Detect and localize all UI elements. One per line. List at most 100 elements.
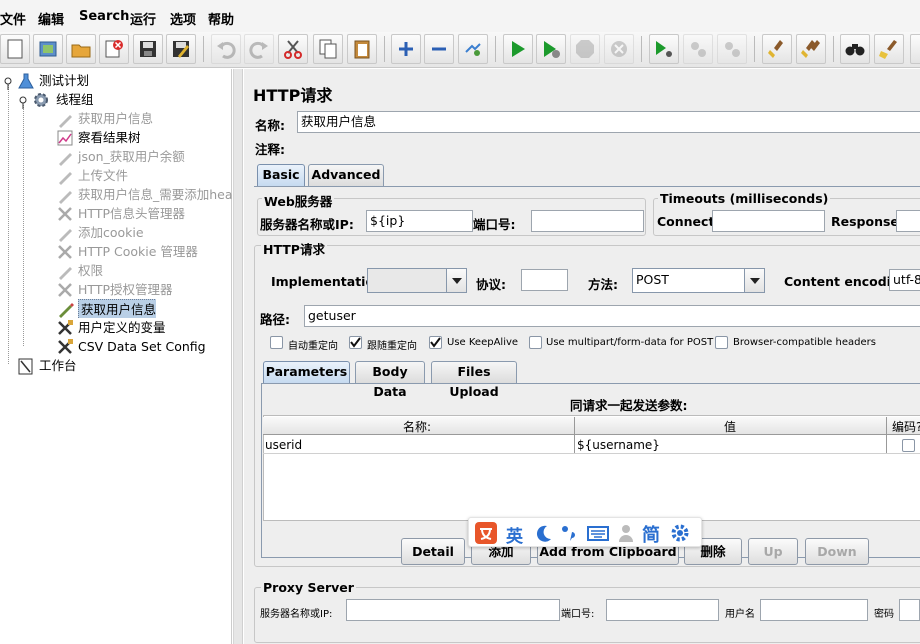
server-field[interactable]: ${ip}	[366, 210, 473, 232]
tree-node-add-cookie[interactable]: 添加cookie	[56, 223, 232, 242]
close-button[interactable]	[99, 34, 129, 64]
down-button[interactable]: Down	[805, 538, 869, 565]
tree-node-auth[interactable]: 权限	[56, 261, 232, 280]
open-button[interactable]	[66, 34, 96, 64]
start-no-pauses-button[interactable]	[536, 34, 566, 64]
response-label: Response:	[831, 214, 904, 229]
templates-button[interactable]	[33, 34, 63, 64]
cut-button[interactable]	[278, 34, 308, 64]
tree-node-upload-file[interactable]: 上传文件	[56, 166, 232, 185]
tree-node-cookie-manager[interactable]: HTTP Cookie 管理器	[56, 242, 232, 261]
proxy-port-field[interactable]	[606, 599, 719, 621]
reset-search-button[interactable]	[874, 34, 904, 64]
expand-all-button[interactable]	[391, 34, 421, 64]
response-field[interactable]	[896, 210, 920, 232]
collapse-handle-icon[interactable]	[17, 91, 29, 109]
tree-node-user-defined-variables[interactable]: 用户定义的变量	[56, 318, 232, 337]
tree-node-csv-data-set[interactable]: CSV Data Set Config	[56, 337, 232, 356]
encoding-field[interactable]: utf-8	[889, 269, 920, 291]
toolbar-separator	[495, 36, 496, 62]
new-button[interactable]	[0, 34, 30, 64]
redo-button[interactable]	[244, 34, 274, 64]
split-pane-divider[interactable]	[233, 69, 243, 644]
collapse-handle-icon[interactable]	[2, 72, 14, 90]
auto-redirect-checkbox[interactable]	[270, 336, 283, 349]
menu-help[interactable]: 帮助	[208, 9, 234, 28]
menu-search[interactable]: Search	[79, 9, 129, 24]
column-encode-header[interactable]: 编码?	[892, 419, 920, 435]
tree-node-header-manager[interactable]: HTTP信息头管理器	[56, 204, 232, 223]
tree-node-auth-manager[interactable]: HTTP授权管理器	[56, 280, 232, 299]
param-value-cell[interactable]: ${username}	[577, 437, 660, 453]
port-field[interactable]	[531, 210, 644, 232]
clear-all-button[interactable]	[796, 34, 826, 64]
implementation-select[interactable]	[367, 268, 467, 293]
tab-parameters[interactable]: Parameters	[263, 361, 350, 383]
browser-headers-checkbox[interactable]	[715, 336, 728, 349]
settings-gear-icon[interactable]	[670, 523, 690, 546]
menu-file[interactable]: 文件	[0, 9, 26, 28]
menu-options[interactable]: 选项	[170, 9, 196, 28]
param-name-cell[interactable]: userid	[265, 437, 302, 453]
undo-button[interactable]	[211, 34, 241, 64]
detail-button[interactable]: Detail	[401, 538, 465, 565]
tree-node-view-results-tree[interactable]: 察看结果树	[56, 128, 232, 147]
tree-node-thread-group[interactable]: 线程组	[17, 90, 217, 109]
keyboard-icon[interactable]	[587, 525, 609, 544]
clear-button[interactable]	[762, 34, 792, 64]
tree-node-label: 察看结果树	[78, 130, 141, 145]
start-button[interactable]	[503, 34, 533, 64]
user-icon[interactable]	[617, 523, 635, 546]
copy-button[interactable]	[313, 34, 343, 64]
protocol-field[interactable]	[521, 269, 568, 291]
proxy-server-field[interactable]	[346, 599, 560, 621]
tab-files-upload[interactable]: Files Upload	[431, 361, 517, 399]
toggle-button[interactable]	[458, 34, 488, 64]
comment-field[interactable]	[295, 136, 920, 158]
tree-node-test-plan[interactable]: 测试计划	[2, 71, 222, 90]
path-field[interactable]: getuser	[304, 305, 920, 327]
tools-config-icon	[56, 319, 74, 337]
method-select[interactable]: POST	[632, 268, 765, 293]
up-button[interactable]: Up	[748, 538, 798, 565]
remote-start-button[interactable]	[649, 34, 679, 64]
punctuation-icon[interactable]	[560, 524, 578, 545]
chart-listener-icon	[56, 129, 74, 147]
moon-icon[interactable]	[535, 524, 553, 545]
multipart-checkbox[interactable]	[529, 336, 542, 349]
ime-toolbar[interactable]: 英 简	[468, 517, 702, 547]
column-value-header[interactable]: 值	[724, 419, 736, 435]
proxy-user-field[interactable]	[760, 599, 868, 621]
paste-button[interactable]	[347, 34, 377, 64]
panel-title: HTTP请求	[253, 86, 333, 105]
tab-body-data[interactable]: Body Data	[355, 361, 425, 399]
browser-headers-label: Browser-compatible headers	[733, 337, 876, 348]
tree-node-get-user-info-head[interactable]: 获取用户信息_需要添加head	[56, 185, 232, 204]
tree-node-workbench[interactable]: 工作台	[17, 356, 193, 375]
save-as-button[interactable]	[166, 34, 196, 64]
save-button[interactable]	[133, 34, 163, 64]
search-button[interactable]	[840, 34, 870, 64]
ime-english-toggle[interactable]: 英	[506, 522, 523, 547]
collapse-all-button[interactable]	[424, 34, 454, 64]
follow-redirect-checkbox[interactable]	[349, 336, 362, 349]
toolbar-overflow[interactable]	[910, 34, 920, 64]
name-field[interactable]: 获取用户信息	[297, 111, 920, 133]
shutdown-button[interactable]	[604, 34, 634, 64]
tree-node-sampler-get-user-info[interactable]: 获取用户信息	[56, 109, 232, 128]
menu-run[interactable]: 运行	[130, 9, 156, 28]
stop-button[interactable]	[570, 34, 600, 64]
remote-stop-button[interactable]	[683, 34, 713, 64]
remote-shutdown-button[interactable]	[717, 34, 747, 64]
keepalive-checkbox[interactable]	[429, 336, 442, 349]
tree-node-get-user-info-selected[interactable]: 获取用户信息	[56, 299, 156, 318]
column-name-header[interactable]: 名称:	[403, 419, 431, 435]
tab-advanced[interactable]: Advanced	[308, 164, 384, 186]
proxy-password-field[interactable]	[899, 599, 920, 621]
ime-simplified-toggle[interactable]: 简	[642, 521, 660, 547]
menu-edit[interactable]: 编辑	[38, 9, 64, 28]
connect-field[interactable]	[712, 210, 825, 232]
tab-basic[interactable]: Basic	[257, 164, 305, 186]
tree-node-json-balance[interactable]: json_获取用户余额	[56, 147, 232, 166]
param-encode-checkbox[interactable]	[902, 439, 915, 452]
